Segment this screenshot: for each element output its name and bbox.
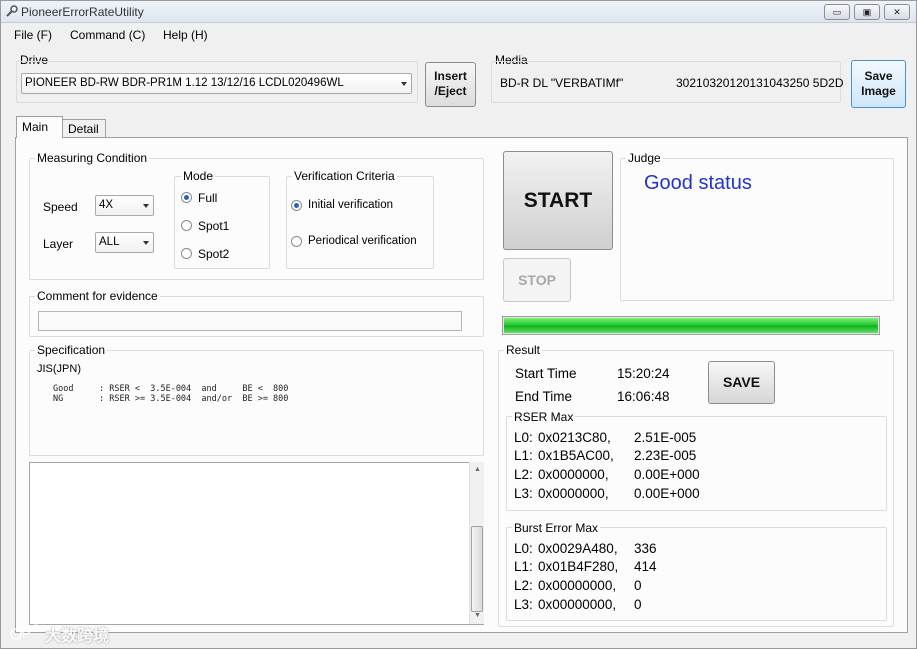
watermark-logo-icon <box>10 624 40 640</box>
judge-label: Judge <box>626 151 663 165</box>
burst-value: 336 <box>634 541 657 556</box>
judge-status: Good status <box>644 172 752 194</box>
spec-good-line: Good : RSER < 3.5E-004 and BE < 800 <box>53 384 289 394</box>
save-image-button[interactable]: Save Image <box>851 60 906 108</box>
speed-label: Speed <box>43 200 78 214</box>
rser-value: 0.00E+000 <box>634 486 700 501</box>
progress-fill <box>504 318 878 333</box>
mode-full-label: Full <box>198 191 218 205</box>
mode-spot1-radio[interactable] <box>181 220 192 231</box>
rser-address: 0x0213C80, <box>538 430 611 445</box>
periodical-verification-radio[interactable] <box>291 236 302 247</box>
watermark-text: 大数跨境 <box>45 628 110 645</box>
menu-bar: File (F) Command (C) Help (H) <box>1 24 916 44</box>
burst-value: 0 <box>634 578 642 593</box>
menu-file[interactable]: File (F) <box>14 28 52 42</box>
periodical-verification-label: Periodical verification <box>308 235 417 247</box>
mode-label: Mode <box>181 169 216 183</box>
scroll-up-icon[interactable]: ▲ <box>474 466 481 473</box>
burst-layer: L1: <box>514 559 533 574</box>
spec-ng-line: NG : RSER >= 3.5E-004 and/or BE >= 800 <box>53 394 289 404</box>
end-time-label: End Time <box>515 389 573 404</box>
verification-group <box>286 176 434 269</box>
rser-address: 0x0000000, <box>538 486 609 501</box>
close-button[interactable]: ✕ <box>884 4 910 20</box>
menu-command[interactable]: Command (C) <box>70 28 145 42</box>
rser-value: 2.23E-005 <box>634 448 697 463</box>
rser-address: 0x0000000, <box>538 467 609 482</box>
log-textarea[interactable] <box>29 462 484 625</box>
log-scrollbar[interactable]: ▲ ▼ <box>469 462 484 624</box>
start-button[interactable]: START <box>503 151 613 250</box>
restore-button[interactable]: ▣ <box>854 4 880 20</box>
media-id: 30210320120131043250 5D2D <box>676 76 844 90</box>
stop-button[interactable]: STOP <box>503 258 571 302</box>
rser-address: 0x1B5AC00, <box>538 448 614 463</box>
insert-eject-button[interactable]: Insert /Eject <box>425 62 476 107</box>
speed-select[interactable]: 4X <box>95 195 154 216</box>
tab-main[interactable]: Main <box>16 116 63 138</box>
progress-bar <box>502 316 880 335</box>
burst-address: 0x00000000, <box>538 597 617 612</box>
rser-value: 0.00E+000 <box>634 467 700 482</box>
verification-label: Verification Criteria <box>292 169 397 183</box>
speed-select-value: 4X <box>99 199 114 211</box>
rser-value: 2.51E-005 <box>634 430 697 445</box>
title-bar: PioneerErrorRateUtility ▭ ▣ ✕ <box>1 1 916 23</box>
start-time-label: Start Time <box>515 366 577 381</box>
chevron-down-icon <box>143 241 149 245</box>
spec-standard: JIS(JPN) <box>37 363 81 375</box>
app-window: PioneerErrorRateUtility ▭ ▣ ✕ File (F) C… <box>0 0 917 649</box>
burst-address: 0x0029A480, <box>538 541 618 556</box>
start-time-value: 15:20:24 <box>617 366 670 381</box>
rser-layer: L3: <box>514 486 533 501</box>
rser-layer: L0: <box>514 430 533 445</box>
result-label: Result <box>504 343 543 357</box>
burst-layer: L3: <box>514 597 533 612</box>
wrench-icon <box>6 5 18 17</box>
burst-layer: L0: <box>514 541 533 556</box>
mode-full-radio[interactable] <box>181 192 192 203</box>
layer-select[interactable]: ALL <box>95 232 154 253</box>
comment-label: Comment for evidence <box>35 289 160 303</box>
comment-input[interactable] <box>38 311 462 331</box>
burst-address: 0x01B4F280, <box>538 559 619 574</box>
media-type: BD-R DL "VERBATIMf" <box>500 76 624 90</box>
insert-eject-line1: Insert <box>434 69 467 83</box>
rser-max-label: RSER Max <box>512 410 576 424</box>
layer-select-value: ALL <box>99 236 120 248</box>
mode-spot2-label: Spot2 <box>198 247 230 261</box>
end-time-value: 16:06:48 <box>617 389 670 404</box>
chevron-down-icon <box>401 82 407 86</box>
drive-select-value: PIONEER BD-RW BDR-PR1M 1.12 13/12/16 LCD… <box>25 77 344 89</box>
burst-value: 0 <box>634 597 642 612</box>
mode-spot1-label: Spot1 <box>198 219 230 233</box>
save-result-button[interactable]: SAVE <box>708 361 775 404</box>
burst-error-label: Burst Error Max <box>512 521 601 535</box>
burst-layer: L2: <box>514 578 533 593</box>
initial-verification-label: Initial verification <box>308 199 394 211</box>
insert-eject-line2: /Eject <box>434 84 467 98</box>
drive-select[interactable]: PIONEER BD-RW BDR-PR1M 1.12 13/12/16 LCD… <box>21 73 412 94</box>
minimize-button[interactable]: ▭ <box>824 4 850 20</box>
save-image-line1: Save <box>864 69 893 83</box>
burst-value: 414 <box>634 559 657 574</box>
rser-layer: L2: <box>514 467 533 482</box>
scroll-down-icon[interactable]: ▼ <box>474 612 481 619</box>
layer-label: Layer <box>43 237 74 251</box>
initial-verification-radio[interactable] <box>291 200 302 211</box>
mode-spot2-radio[interactable] <box>181 248 192 259</box>
rser-layer: L1: <box>514 448 533 463</box>
burst-address: 0x00000000, <box>538 578 617 593</box>
measuring-condition-label: Measuring Condition <box>35 151 150 165</box>
scrollbar-thumb[interactable] <box>471 526 483 612</box>
chevron-down-icon <box>143 204 149 208</box>
tab-detail[interactable]: Detail <box>62 119 106 138</box>
save-image-line2: Image <box>861 84 896 98</box>
window-title: PioneerErrorRateUtility <box>21 5 144 19</box>
menu-help[interactable]: Help (H) <box>163 28 208 42</box>
specification-label: Specification <box>35 343 108 357</box>
